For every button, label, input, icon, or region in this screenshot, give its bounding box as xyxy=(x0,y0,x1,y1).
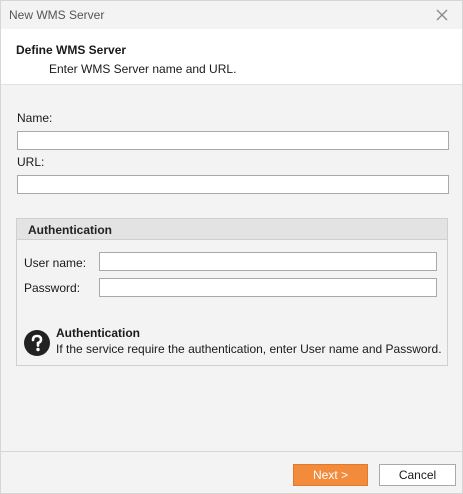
new-wms-server-dialog: New WMS Server Define WMS Server Enter W… xyxy=(0,0,463,494)
name-input[interactable] xyxy=(17,131,449,150)
authentication-group-header: Authentication xyxy=(17,219,447,240)
next-button[interactable]: Next > xyxy=(293,464,368,486)
title-bar: New WMS Server xyxy=(1,1,462,29)
page-subtitle: Enter WMS Server name and URL. xyxy=(49,62,237,76)
url-label: URL: xyxy=(17,155,45,169)
authentication-group: Authentication User name: Password: Auth… xyxy=(16,218,448,366)
question-circle-icon xyxy=(23,329,51,357)
help-text: If the service require the authenticatio… xyxy=(56,342,442,356)
password-input[interactable] xyxy=(99,278,437,297)
password-label: Password: xyxy=(24,281,81,295)
close-icon[interactable] xyxy=(434,7,450,23)
authentication-group-title: Authentication xyxy=(28,223,112,237)
url-input[interactable] xyxy=(17,175,449,194)
cancel-button[interactable]: Cancel xyxy=(379,464,456,486)
username-label: User name: xyxy=(24,256,87,270)
page-title: Define WMS Server xyxy=(16,43,127,57)
dialog-footer: Next > Cancel xyxy=(1,451,462,493)
username-input[interactable] xyxy=(99,252,437,271)
window-title: New WMS Server xyxy=(9,8,105,22)
help-title: Authentication xyxy=(56,326,140,340)
wizard-header: Define WMS Server Enter WMS Server name … xyxy=(1,29,462,85)
name-label: Name: xyxy=(17,111,53,125)
